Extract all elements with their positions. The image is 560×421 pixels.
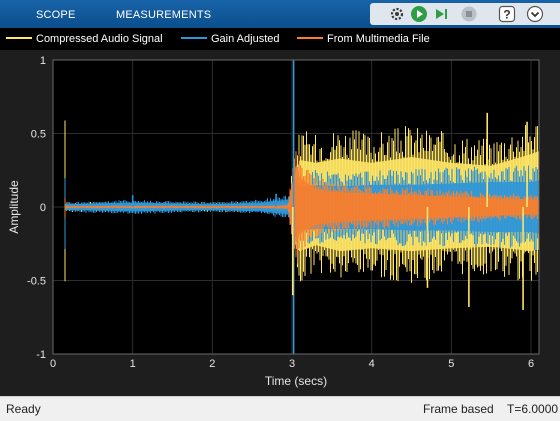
legend-swatch — [6, 37, 32, 40]
x-tick-label: 5 — [448, 358, 454, 370]
y-tick-label: -0.5 — [27, 276, 46, 288]
tab-measurements[interactable]: MEASUREMENTS — [116, 0, 211, 28]
x-tick-label: 1 — [130, 358, 136, 370]
legend-label: From Multimedia File — [327, 33, 430, 45]
y-tick-label: -1 — [36, 349, 46, 361]
legend-item-compressed[interactable]: Compressed Audio Signal — [6, 28, 163, 50]
dock-down-icon[interactable] — [526, 5, 544, 23]
status-bar: Ready Frame based T=6.0000 — [0, 396, 560, 421]
legend-label: Gain Adjusted — [211, 33, 280, 45]
x-tick-label: 2 — [209, 358, 215, 370]
legend-label: Compressed Audio Signal — [36, 33, 163, 45]
y-axis-label: Amplitude — [7, 180, 21, 234]
y-tick-label: 0.5 — [31, 129, 46, 141]
simulation-time: T=6.0000 — [507, 402, 559, 416]
scope-chart[interactable]: 0 1 2 3 4 5 6 1 0.5 0 -0.5 -1 Time (secs) Amplitud… — [0, 50, 560, 396]
legend-item-gain[interactable]: Gain Adjusted — [181, 28, 280, 50]
x-tick-labels: 0 1 2 3 4 5 6 — [50, 358, 534, 370]
step-forward-icon[interactable] — [432, 5, 450, 23]
legend-swatch — [181, 37, 207, 40]
tab-scope[interactable]: SCOPE — [36, 0, 76, 28]
y-tick-label: 0 — [40, 202, 46, 214]
x-tick-label: 3 — [289, 358, 295, 370]
svg-text:?: ? — [503, 8, 510, 22]
legend-swatch — [297, 37, 323, 40]
help-icon[interactable]: ? — [498, 5, 516, 23]
x-axis-label: Time (secs) — [265, 374, 327, 388]
quick-access-toolbar: ? — [370, 3, 560, 25]
toolstrip: SCOPE MEASUREMENTS ? — [0, 0, 560, 28]
y-tick-labels: 1 0.5 0 -0.5 -1 — [27, 55, 46, 361]
y-tick-label: 1 — [40, 55, 46, 67]
run-icon[interactable] — [410, 5, 428, 23]
x-tick-label: 0 — [50, 358, 56, 370]
legend-item-multimedia[interactable]: From Multimedia File — [297, 28, 430, 50]
x-tick-label: 4 — [369, 358, 375, 370]
stop-icon[interactable] — [460, 5, 478, 23]
x-tick-label: 6 — [528, 358, 534, 370]
processing-mode: Frame based — [423, 402, 494, 416]
legend: Compressed Audio Signal Gain Adjusted Fr… — [0, 28, 560, 50]
status-text: Ready — [6, 402, 41, 416]
scope-figure: 0 1 2 3 4 5 6 1 0.5 0 -0.5 -1 Time (secs) Amplitud… — [0, 50, 560, 396]
settings-gear-icon[interactable] — [388, 5, 406, 23]
